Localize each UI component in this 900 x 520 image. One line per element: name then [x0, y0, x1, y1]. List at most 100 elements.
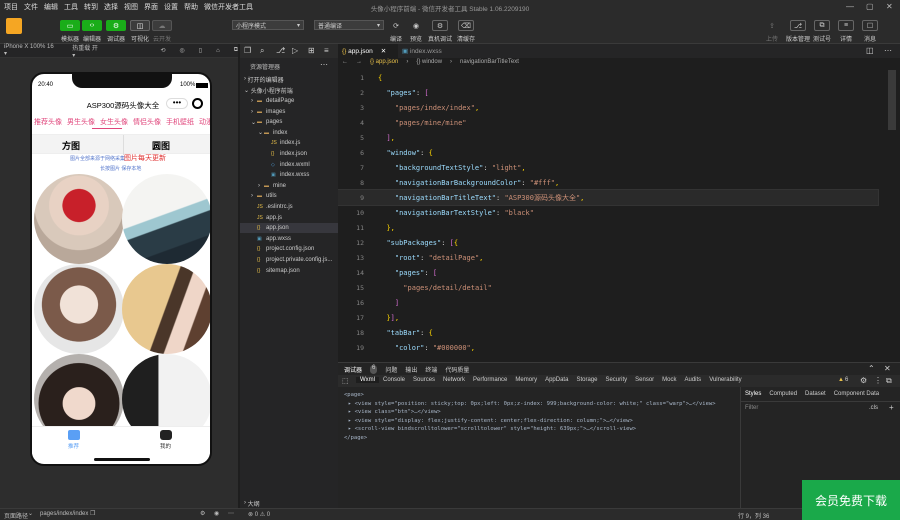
compile-select[interactable]: 普通编译 ▾ — [314, 20, 384, 30]
file-tree-item[interactable]: ▣ app.wxss — [240, 234, 291, 244]
version-icon[interactable]: ⎇ — [790, 20, 806, 31]
dom-node[interactable]: ▸ <scroll-view bindscrolltolower="scroll… — [344, 425, 736, 434]
close-icon[interactable]: ✕ — [884, 364, 891, 373]
editor-button[interactable]: ‹› — [82, 20, 102, 31]
menu-item[interactable]: 帮助 — [184, 2, 198, 12]
devtools-top-tab[interactable]: 调试器 — [344, 365, 362, 374]
menu-item[interactable]: 界面 — [144, 2, 158, 12]
code-line[interactable]: 17 }], — [338, 310, 878, 325]
file-tree-item[interactable]: › ▬ images — [240, 107, 285, 117]
file-tree-item[interactable]: {} index.json — [240, 149, 307, 159]
avatar-image[interactable] — [34, 264, 124, 354]
preview-icon[interactable]: ◉ — [214, 510, 219, 517]
code-line[interactable]: 18 "tabBar": { — [338, 325, 878, 340]
file-tree-item[interactable]: {} project.private.config.js... — [240, 255, 332, 265]
avatar[interactable] — [6, 18, 22, 34]
file-tree-item[interactable]: {} project.config.json — [240, 244, 314, 254]
file-tree-item[interactable]: {} app.json — [240, 223, 338, 234]
code-line[interactable]: 9 "navigationBarTitleText": "ASP300源码头像大… — [338, 189, 879, 206]
code-line[interactable]: 16 ] — [338, 295, 878, 310]
code-line[interactable]: 1{ — [338, 70, 878, 85]
recommend-tab-icon[interactable] — [68, 430, 80, 440]
file-tree-item[interactable]: ⌄ ▬ index — [240, 128, 287, 138]
avatar-image[interactable] — [122, 264, 210, 354]
code-line[interactable]: 13 "root": "detailPage", — [338, 250, 878, 265]
devtools-tab[interactable]: Wxml — [356, 377, 379, 383]
files-icon[interactable]: ❐ — [244, 46, 251, 55]
code-line[interactable]: 3 "pages/index/index", — [338, 100, 878, 115]
file-tree-item[interactable]: JS app.js — [240, 213, 282, 223]
devtools-tab[interactable]: AppData — [541, 377, 572, 383]
menu-item[interactable]: 选择 — [104, 2, 118, 12]
cls-toggle[interactable]: .cls — [869, 405, 878, 411]
preview-icon[interactable]: ◉ — [408, 20, 424, 31]
nav-back-icon[interactable]: ← — [342, 59, 348, 65]
dom-node[interactable]: ▸ <view style="display: flex;justify-con… — [344, 417, 736, 426]
more-icon[interactable]: ⋯ — [320, 60, 328, 69]
page-path[interactable]: pages/index/index — [40, 511, 88, 517]
debug-icon[interactable]: ▷ — [292, 46, 298, 55]
upload-icon[interactable]: ⇪ — [764, 20, 780, 31]
code-line[interactable]: 19 "color": "#000000", — [338, 340, 878, 355]
phone-icon[interactable]: ▯ — [199, 47, 202, 54]
more-icon[interactable]: ⋮ — [874, 376, 882, 385]
more-icon[interactable]: ••• — [166, 98, 188, 109]
debugger-badge[interactable]: 6 — [370, 365, 378, 374]
tab-index-wxss[interactable]: ▣ index.wxss — [398, 44, 458, 58]
code-line[interactable]: 4 "pages/mine/mine" — [338, 115, 878, 130]
devtools-top-tab[interactable]: 问题 — [385, 365, 397, 374]
category-tab[interactable]: 手机壁纸 — [166, 117, 194, 129]
maximize-icon[interactable]: ▢ — [866, 2, 874, 11]
devtools-top-tab[interactable]: 输出 — [405, 365, 417, 374]
breadcrumb-item[interactable]: navigationBarTitleText — [460, 59, 519, 65]
cloud-button[interactable]: ☁ — [152, 20, 172, 31]
debugger-button[interactable]: ⚙ — [106, 20, 126, 31]
dom-node[interactable]: </page> — [344, 434, 736, 443]
code-line[interactable]: 8 "navigationBarBackgroundColor": "#fff"… — [338, 175, 878, 190]
tab-round[interactable]: 圆图 — [152, 139, 170, 152]
code-line[interactable]: 15 "pages/detail/detail" — [338, 280, 878, 295]
avatar-image[interactable] — [34, 174, 124, 264]
cursor-position[interactable]: 行 9，列 36 — [738, 511, 769, 520]
styles-tab[interactable]: Component Data — [834, 391, 879, 397]
remote-debug-icon[interactable]: ⚙ — [432, 20, 448, 31]
category-tab[interactable]: 男生头像 — [67, 117, 95, 129]
dom-node[interactable]: ▸ <view class="btn">…</view> — [344, 408, 736, 417]
menu-item[interactable]: 微信开发者工具 — [204, 2, 253, 12]
settings-icon[interactable]: ⚙ — [200, 510, 205, 517]
menu-item[interactable]: 设置 — [164, 2, 178, 12]
styles-tab[interactable]: Styles — [745, 391, 761, 397]
styles-tab[interactable]: Computed — [769, 391, 797, 397]
styles-filter[interactable]: Filter — [745, 405, 758, 411]
device-select[interactable]: iPhone X 100% 16 ▾ — [4, 44, 58, 57]
devtools-tab[interactable]: Audits — [681, 377, 706, 383]
visual-button[interactable]: ◫ — [130, 20, 150, 31]
nav-forward-icon[interactable]: → — [356, 59, 362, 65]
home-icon[interactable]: ⌂ — [216, 48, 220, 54]
dom-node[interactable]: <page> — [344, 391, 736, 400]
code-line[interactable]: 14 "pages": [ — [338, 265, 878, 280]
devtools-tab[interactable]: Performance — [469, 377, 511, 383]
file-tree-item[interactable]: › ▬ utils — [240, 191, 277, 201]
capsule-close-icon[interactable] — [192, 98, 203, 109]
devtools-tab[interactable]: Memory — [511, 377, 541, 383]
simulator-button[interactable]: ▭ — [60, 20, 80, 31]
project-section[interactable]: ⌄ 头像小程序前端 — [240, 85, 293, 95]
menu-item[interactable]: 转到 — [84, 2, 98, 12]
open-editors-section[interactable]: › 打开的编辑器 — [240, 74, 284, 84]
chevron-up-icon[interactable]: ⌃ — [868, 364, 875, 373]
devtools-tab[interactable]: Sensor — [631, 377, 658, 383]
category-tab[interactable]: 情侣头像 — [133, 117, 161, 129]
compile-icon[interactable]: ⟳ — [388, 20, 404, 31]
category-tab[interactable]: 推荐头像 — [34, 117, 62, 129]
extensions-icon[interactable]: ⊞ — [308, 46, 315, 55]
code-line[interactable]: 11 }, — [338, 220, 878, 235]
file-tree-item[interactable]: ▣ index.wxss — [240, 170, 309, 180]
outline-section[interactable]: › 大纲 — [240, 498, 260, 508]
file-tree-item[interactable]: JS .eslintrc.js — [240, 202, 293, 212]
devtools-top-tab[interactable]: 代码质量 — [445, 365, 469, 374]
messages-icon[interactable]: ☐ — [862, 20, 878, 31]
menu-item[interactable]: 编辑 — [44, 2, 58, 12]
devtools-tab[interactable]: Storage — [572, 377, 601, 383]
dom-node[interactable]: ▸ <view style="position: sticky;top: 0px… — [344, 400, 736, 409]
